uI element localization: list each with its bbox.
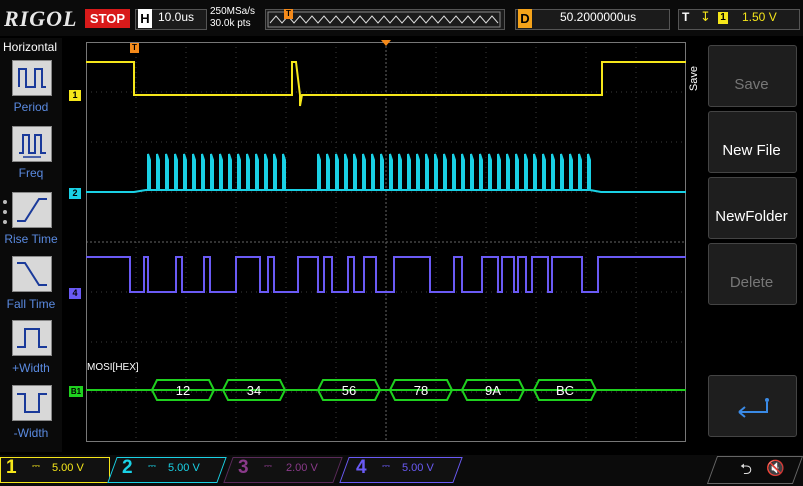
ch4-ground-marker[interactable]: 4: [69, 288, 81, 299]
sample-rate: 250MSa/s: [210, 6, 256, 17]
ch4-coupling-icon: ⎓: [382, 461, 390, 472]
decode-byte-value: 12: [175, 383, 191, 398]
ch2-number: 2: [122, 457, 133, 478]
measure-frequency-label: Freq: [18, 166, 44, 180]
return-arrow-icon: [738, 398, 769, 418]
fall-time-icon: [17, 262, 47, 286]
usb-icon: ⮌: [740, 461, 753, 478]
trigger-source: 1: [718, 12, 728, 24]
ch3-number: 3: [238, 457, 249, 478]
run-stop-status[interactable]: STOP: [85, 9, 130, 28]
negative-width-icon: [17, 393, 47, 413]
measure-negative-width-label: -Width: [13, 426, 49, 440]
delay-label: D: [518, 9, 532, 28]
new-folder-button-label: NewFolder: [715, 208, 788, 225]
measure-rise-time-label: Rise Time: [4, 232, 58, 246]
decode-byte-value: 9A: [485, 383, 501, 398]
ch2-ground-marker[interactable]: 2: [69, 188, 81, 199]
measure-negative-width-button[interactable]: [12, 385, 52, 421]
menu-page-dot: [3, 220, 7, 224]
rise-time-icon: [17, 198, 47, 222]
waveform-display[interactable]: [86, 42, 686, 442]
menu-title: Horizontal: [3, 40, 58, 54]
brand-logo: RIGOL: [4, 6, 78, 31]
menu-page-dot: [3, 210, 7, 214]
decode-byte-value: 56: [341, 383, 357, 398]
measure-positive-width-label: +Width: [12, 361, 50, 375]
trigger-time-marker: T: [130, 43, 139, 53]
measure-fall-time-button[interactable]: [12, 256, 52, 292]
save-menu-tab-label: Save: [688, 66, 700, 92]
ch4-scale: 5.00 V: [402, 462, 434, 474]
new-file-button-label: New File: [722, 142, 781, 159]
frequency-icon: [19, 134, 46, 158]
decode-byte-value: 34: [246, 383, 262, 398]
trigger-position-marker: T: [284, 9, 293, 19]
trigger-edge-icon: ↧: [700, 9, 711, 24]
decode-byte-value: BC: [555, 383, 575, 398]
ch2-coupling-icon: ⎓: [148, 461, 156, 472]
ch2-scale: 5.00 V: [168, 462, 200, 474]
delete-button-label: Delete: [729, 274, 774, 291]
timebase-label: H: [138, 9, 152, 28]
status-icons-box: [706, 456, 803, 484]
ch1-ground-marker[interactable]: 1: [69, 90, 81, 101]
waveform-overview-bar[interactable]: [265, 9, 505, 30]
measure-positive-width-button[interactable]: [12, 320, 52, 356]
save-button-label: Save: [734, 76, 769, 93]
ch3-scale: 2.00 V: [286, 462, 318, 474]
ch1-coupling-icon: ⎓: [32, 461, 40, 472]
timebase-value: 10.0us: [158, 10, 195, 24]
trigger-box[interactable]: [678, 9, 800, 30]
memory-depth: 30.0k pts: [210, 18, 251, 29]
trigger-level: 1.50 V: [742, 10, 777, 24]
measure-period-label: Period: [13, 100, 49, 114]
positive-width-icon: [17, 328, 47, 348]
measure-rise-time-button[interactable]: [12, 192, 52, 228]
trigger-label: T: [682, 10, 690, 24]
measure-frequency-button[interactable]: [12, 126, 52, 162]
ch4-number: 4: [356, 457, 367, 478]
decode-label: MOSI[HEX]: [87, 362, 139, 373]
measure-fall-time-label: Fall Time: [6, 297, 56, 311]
graticule: [86, 42, 686, 442]
delay-value: 50.2000000us: [560, 10, 637, 24]
menu-page-dot: [3, 200, 7, 204]
ch1-scale: 5.00 V: [52, 462, 84, 474]
center-position-marker: [381, 40, 391, 46]
decode-byte-value: 78: [413, 383, 429, 398]
ch1-number: 1: [6, 457, 17, 478]
overview-waveform: [267, 11, 501, 28]
bus1-marker[interactable]: B1: [69, 386, 83, 397]
return-button[interactable]: [708, 375, 797, 437]
period-icon: [18, 68, 46, 88]
speaker-muted-icon: 🔇: [766, 460, 785, 477]
measure-period-button[interactable]: [12, 60, 52, 96]
acquisition-info: 250MSa/s 30.0k pts: [210, 6, 255, 30]
ch3-coupling-icon: ⎓: [264, 461, 272, 472]
